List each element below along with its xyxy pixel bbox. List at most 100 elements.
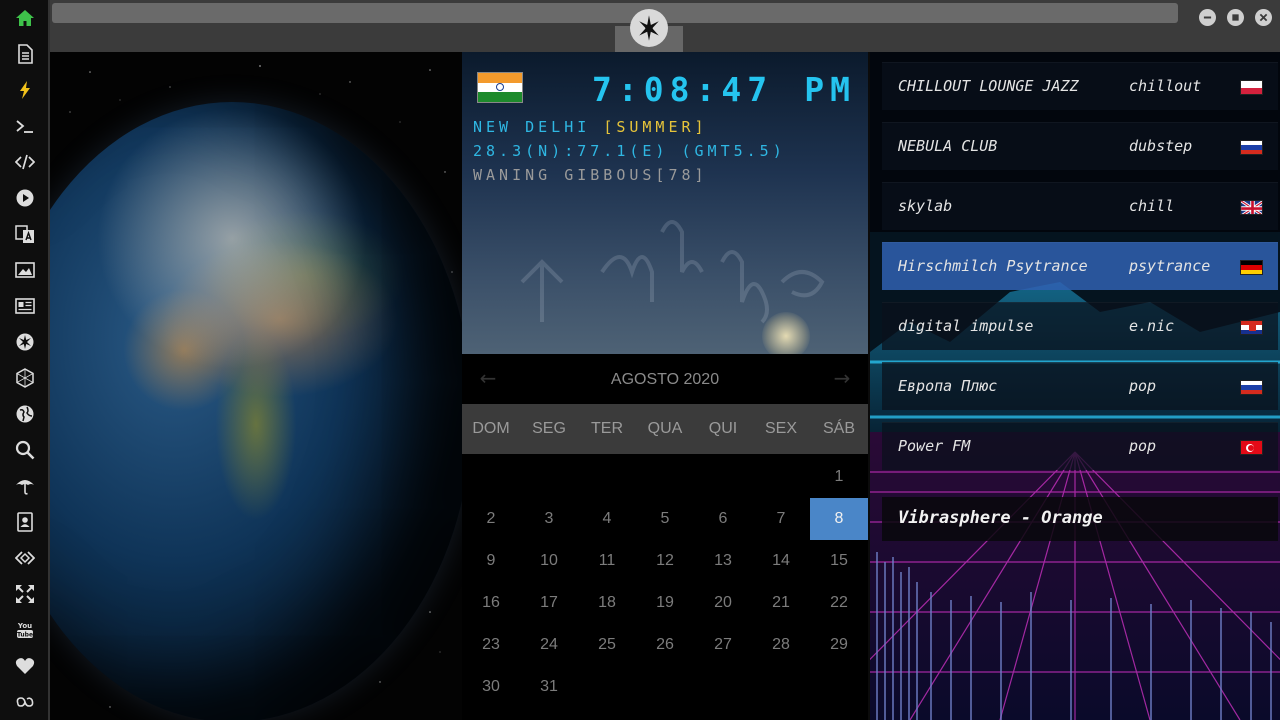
calendar-day[interactable]: 15 xyxy=(810,540,868,582)
station-row[interactable]: Power FM pop xyxy=(882,422,1278,470)
calendar-day[interactable]: 17 xyxy=(520,582,578,624)
calendar-day[interactable]: 22 xyxy=(810,582,868,624)
search-icon[interactable] xyxy=(13,438,37,462)
croatia-flag-icon xyxy=(1240,320,1263,335)
station-name: Hirschmilch Psytrance xyxy=(898,257,1088,275)
now-playing-track: Vibrasphere - Orange xyxy=(898,508,1103,528)
infinity-cloud-icon[interactable] xyxy=(13,690,37,714)
calendar-day[interactable]: 4 xyxy=(578,498,636,540)
station-genre: chillout xyxy=(1129,77,1202,95)
calendar-day[interactable]: 18 xyxy=(578,582,636,624)
calendar-day[interactable]: 26 xyxy=(636,624,694,666)
contacts-icon[interactable] xyxy=(13,510,37,534)
weekday-label: TER xyxy=(591,420,623,437)
india-flag-icon xyxy=(477,72,523,103)
calendar-weekday-header: DOM SEG TER QUA QUI SEX SÁB xyxy=(462,404,868,454)
calendar-nav: ← AGOSTO 2020 → xyxy=(462,354,868,404)
station-name: skylab xyxy=(898,197,953,215)
weekday-label: SÁB xyxy=(822,420,855,437)
station-genre: chill xyxy=(1129,197,1175,215)
poland-flag-icon xyxy=(1240,80,1263,95)
image-icon[interactable] xyxy=(13,258,37,282)
clock-ampm: PM xyxy=(804,70,856,109)
tag-code-icon[interactable] xyxy=(13,546,37,570)
germany-flag-icon xyxy=(1240,260,1263,275)
document-icon[interactable] xyxy=(13,42,37,66)
calendar-day[interactable]: 21 xyxy=(752,582,810,624)
minimize-button[interactable] xyxy=(1199,9,1216,26)
calendar-day[interactable]: 7 xyxy=(752,498,810,540)
calendar-day[interactable]: 31 xyxy=(520,666,578,708)
hexagon-icon[interactable] xyxy=(13,366,37,390)
expand-arrows-icon[interactable] xyxy=(13,582,37,606)
calendar-day[interactable]: 9 xyxy=(462,540,520,582)
station-row[interactable]: digital impulse e.nic xyxy=(882,302,1278,350)
next-month-button[interactable]: → xyxy=(830,366,854,390)
station-name: digital impulse xyxy=(898,317,1034,335)
close-button[interactable] xyxy=(1255,9,1272,26)
calendar-day[interactable]: 6 xyxy=(694,498,752,540)
station-row[interactable]: skylab chill xyxy=(882,182,1278,230)
calendar-day[interactable]: 27 xyxy=(694,624,752,666)
station-genre: dubstep xyxy=(1129,137,1193,155)
calendar-day[interactable]: 12 xyxy=(636,540,694,582)
calendar-day[interactable]: 25 xyxy=(578,624,636,666)
calendar-day[interactable]: 10 xyxy=(520,540,578,582)
world-clock-panel: 7:08:47 PM NEW DELHI [SUMMER] 28.3(N):77… xyxy=(462,52,868,354)
coordinates-line: 28.3(N):77.1(E) (GMT5.5) xyxy=(473,142,786,160)
calendar-day[interactable]: 24 xyxy=(520,624,578,666)
station-row[interactable]: CHILLOUT LOUNGE JAZZ chillout xyxy=(882,62,1278,110)
calendar-day[interactable]: 1 xyxy=(810,456,868,498)
title-bar-address-field[interactable] xyxy=(52,3,1178,23)
calendar-day[interactable]: 29 xyxy=(810,624,868,666)
station-row-active[interactable]: Hirschmilch Psytrance psytrance xyxy=(882,242,1278,290)
calendar-day[interactable]: 13 xyxy=(694,540,752,582)
code-icon[interactable] xyxy=(13,150,37,174)
calendar-day[interactable]: 23 xyxy=(462,624,520,666)
calendar-day[interactable]: 5 xyxy=(636,498,694,540)
now-playing-bar: Vibrasphere - Orange xyxy=(882,497,1278,541)
station-name: CHILLOUT LOUNGE JAZZ xyxy=(898,77,1079,95)
youtube-icon[interactable]: You Tube xyxy=(13,618,37,642)
calendar-day[interactable]: 28 xyxy=(752,624,810,666)
calendar-day-selected[interactable]: 8 xyxy=(810,498,868,540)
earth-globe-panel[interactable] xyxy=(50,52,462,720)
calendar-day[interactable]: 20 xyxy=(694,582,752,624)
station-row[interactable]: NEBULA CLUB dubstep xyxy=(882,122,1278,170)
svg-text:Tube: Tube xyxy=(17,632,33,639)
season-label: [SUMMER] xyxy=(603,118,708,136)
russia-flag-icon xyxy=(1240,380,1263,395)
terminal-icon[interactable] xyxy=(13,114,37,138)
rebel-alliance-icon[interactable] xyxy=(13,330,37,354)
translate-icon[interactable] xyxy=(13,222,37,246)
play-icon[interactable] xyxy=(13,186,37,210)
station-row[interactable]: Европа Плюс pop xyxy=(882,362,1278,410)
home-icon[interactable] xyxy=(13,6,37,30)
city-name: NEW DELHI xyxy=(473,118,591,136)
umbrella-icon[interactable] xyxy=(13,474,37,498)
calendar-day[interactable]: 2 xyxy=(462,498,520,540)
station-name: Европа Плюс xyxy=(898,377,998,395)
weekday-label: QUA xyxy=(647,420,683,437)
desktop-app: You Tube 7:08:47 PM NEW DELHI [SUMMER] 2… xyxy=(0,0,1280,720)
title-bar xyxy=(50,0,1280,52)
station-genre: pop xyxy=(1129,437,1157,455)
weekday-label: SEX xyxy=(764,420,797,437)
calendar-day[interactable]: 11 xyxy=(578,540,636,582)
rebel-alliance-logo-icon[interactable] xyxy=(630,9,668,47)
news-icon[interactable] xyxy=(13,294,37,318)
globe-icon[interactable] xyxy=(13,402,37,426)
maximize-button[interactable] xyxy=(1227,9,1244,26)
calendar-day[interactable]: 14 xyxy=(752,540,810,582)
weekday-label: QUI xyxy=(708,420,738,437)
earth-globe[interactable] xyxy=(50,102,462,720)
calendar-day[interactable]: 3 xyxy=(520,498,578,540)
weekday-label: DOM xyxy=(472,420,510,437)
calendar-day[interactable]: 16 xyxy=(462,582,520,624)
heart-icon[interactable] xyxy=(13,654,37,678)
lightning-icon[interactable] xyxy=(13,78,37,102)
calendar-day[interactable]: 19 xyxy=(636,582,694,624)
calendar-widget: ← AGOSTO 2020 → DOM SEG TER QUA QUI SEX … xyxy=(462,354,868,720)
station-genre: e.nic xyxy=(1129,317,1175,335)
calendar-day[interactable]: 30 xyxy=(462,666,520,708)
